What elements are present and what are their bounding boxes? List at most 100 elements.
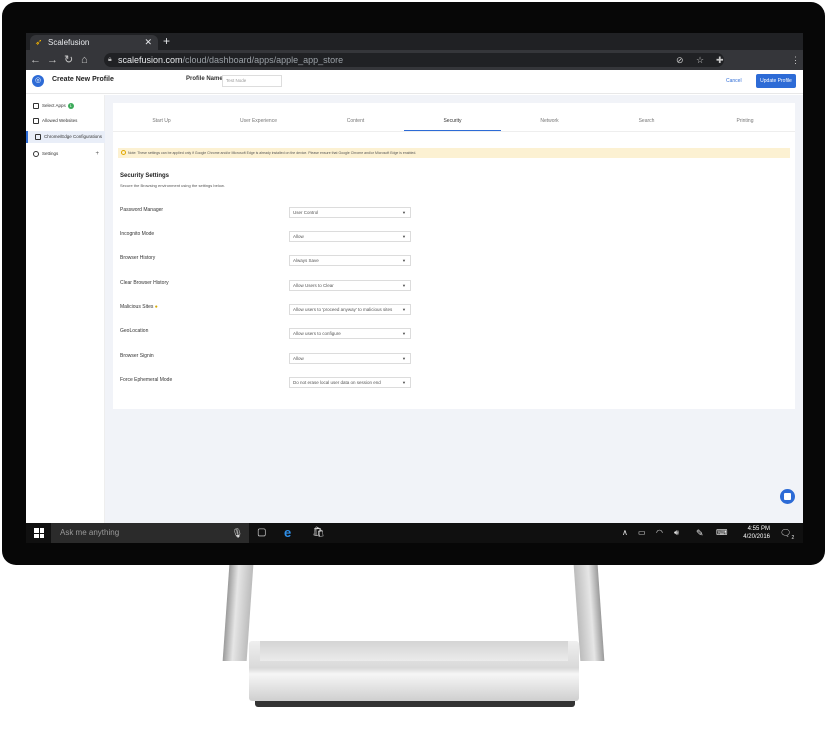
tab-network[interactable]: Network (501, 111, 598, 131)
star-icon[interactable]: ☆ (696, 50, 704, 70)
web-icon (33, 118, 39, 124)
chevron-down-icon: ▼ (402, 210, 406, 215)
field-label-browser-history: Browser History (120, 255, 156, 261)
chat-icon (784, 493, 791, 500)
select-value: User Control (293, 210, 319, 215)
count-badge: 1 (67, 103, 74, 109)
field-label-browser-signin: Browser Signin (120, 353, 154, 359)
select-value: Allow Users to Clear (293, 283, 334, 288)
stand-base-top (260, 641, 568, 661)
select-value: Allow (293, 356, 304, 361)
tab-divider (113, 131, 795, 132)
select-value: Allow users to configure (293, 331, 341, 336)
back-icon[interactable]: ← (30, 50, 41, 70)
app-logo-icon: ◎ (32, 75, 44, 87)
edge-browser-icon[interactable]: e (284, 523, 291, 543)
chevron-down-icon: ▼ (402, 234, 406, 239)
chevron-down-icon: ▼ (402, 307, 406, 312)
notifications-icon[interactable]: 🗨︎2 (780, 523, 794, 543)
browser-tab[interactable]: ➶ Scalefusion ✕ (30, 35, 158, 50)
windows-start-icon[interactable] (34, 528, 44, 538)
url-host: scalefusion.com (118, 55, 183, 65)
browser-window-icon (35, 134, 41, 140)
new-tab-icon[interactable]: + (163, 33, 170, 50)
tab-search[interactable]: Search (598, 111, 695, 131)
note-text: Note: These settings can be applied only… (128, 151, 417, 155)
clock-time: 4:55 PM (747, 526, 770, 532)
tab-printing[interactable]: Printing (695, 111, 795, 131)
clear-browser-history-select[interactable]: Allow Users to Clear ▼ (289, 280, 411, 291)
field-label-geolocation: GeoLocation (120, 328, 149, 334)
extensions-icon[interactable]: ✚ (716, 50, 724, 70)
chevron-up-icon[interactable]: ∧ (622, 523, 628, 543)
chat-support-button[interactable] (780, 489, 795, 504)
wifi-icon[interactable]: ◠ (656, 523, 663, 543)
section-title: Security Settings (120, 173, 170, 179)
info-icon (121, 150, 126, 155)
sidebar: Select Apps 1 Allowed Websites Chrome/Edg… (26, 95, 105, 523)
info-note: Note: These settings can be applied only… (118, 148, 790, 158)
clock-date: 4/20/2016 (743, 534, 770, 540)
tab-user-experience[interactable]: User Experience (210, 111, 307, 131)
select-value: Allow users to 'proceed anyway' to malic… (293, 307, 393, 312)
select-value: Always Save (293, 258, 319, 263)
info-icon: ● (154, 304, 158, 310)
tab-title: Scalefusion (48, 38, 90, 47)
field-label-incognito-mode: Incognito Mode (120, 231, 155, 237)
incognito-mode-select[interactable]: Allow ▼ (289, 231, 411, 242)
cancel-button[interactable]: Cancel (726, 78, 742, 84)
eye-off-icon[interactable]: ⊘ (676, 50, 684, 70)
sidebar-item-select-apps[interactable]: Select Apps 1 (26, 100, 105, 112)
battery-icon[interactable]: ▭ (638, 523, 646, 543)
forward-icon[interactable]: → (47, 50, 58, 70)
update-profile-button[interactable]: Update Profile (756, 74, 796, 88)
lock-icon: 🔒︎ (108, 56, 112, 63)
close-tab-icon[interactable]: ✕ (144, 35, 152, 50)
sidebar-item-chrome-edge-configurations[interactable]: Chrome/Edge Configurations (26, 131, 105, 143)
section-subtitle: Secure the Browsing environment using th… (120, 183, 225, 188)
taskbar-clock[interactable]: 4:55 PM 4/20/2016 (730, 525, 770, 541)
stand-base-shadow (255, 701, 575, 707)
pen-icon[interactable]: ✎ (696, 523, 704, 543)
chevron-down-icon: ▼ (402, 283, 406, 288)
force-ephemeral-mode-select[interactable]: Do not erase local user data on session … (289, 377, 411, 388)
reload-icon[interactable]: ↻ (64, 50, 73, 70)
keyboard-icon[interactable]: ⌨ (716, 523, 728, 543)
geolocation-select[interactable]: Allow users to configure ▼ (289, 328, 411, 339)
url-input[interactable]: 🔒︎ scalefusion.com/cloud/dashboard/apps/… (104, 53, 724, 67)
search-placeholder: Ask me anything (60, 528, 120, 537)
home-icon[interactable]: ⌂ (81, 50, 88, 70)
expand-plus-icon[interactable]: + (95, 148, 99, 160)
notification-count: 2 (791, 534, 795, 541)
field-label-force-ephemeral-mode: Force Ephemeral Mode (120, 377, 173, 383)
field-label-malicious-sites: Malicious Sites ● (120, 304, 158, 310)
browser-signin-select[interactable]: Allow ▼ (289, 353, 411, 364)
profile-name-input[interactable]: Test Node (222, 75, 282, 87)
tab-security[interactable]: Security (404, 111, 501, 131)
malicious-sites-select[interactable]: Allow users to 'proceed anyway' to malic… (289, 304, 411, 315)
chevron-down-icon: ▼ (402, 331, 406, 336)
sidebar-item-label: Settings (42, 151, 59, 156)
gear-icon (33, 151, 39, 157)
task-view-icon[interactable]: ▢ (257, 523, 266, 543)
microphone-icon[interactable]: 🎙︎ (232, 523, 243, 543)
field-label-password-manager: Password Manager (120, 207, 164, 213)
store-icon[interactable]: 🛍︎ (312, 523, 325, 543)
scalefusion-favicon-icon: ➶ (35, 37, 43, 47)
browser-history-select[interactable]: Always Save ▼ (289, 255, 411, 266)
taskbar-search-input[interactable]: Ask me anything 🎙︎ (51, 523, 249, 543)
tab-start-up[interactable]: Start Up (113, 111, 210, 131)
menu-dots-icon[interactable]: ⋮ (791, 50, 800, 70)
sidebar-item-allowed-websites[interactable]: Allowed Websites (26, 115, 105, 127)
volume-icon[interactable]: 🔊︎ (674, 523, 679, 543)
page-title: Create New Profile (52, 76, 114, 83)
chevron-down-icon: ▼ (402, 356, 406, 361)
sidebar-item-settings[interactable]: Settings + (26, 148, 105, 160)
sidebar-item-label: Allowed Websites (42, 118, 78, 123)
profile-name-label: Profile Name (186, 76, 223, 82)
app-header (26, 70, 803, 94)
tab-content[interactable]: Content (307, 111, 404, 131)
url-path: /cloud/dashboard/apps/apple_app_store (182, 55, 344, 65)
password-manager-select[interactable]: User Control ▼ (289, 207, 411, 218)
select-value: Allow (293, 234, 304, 239)
